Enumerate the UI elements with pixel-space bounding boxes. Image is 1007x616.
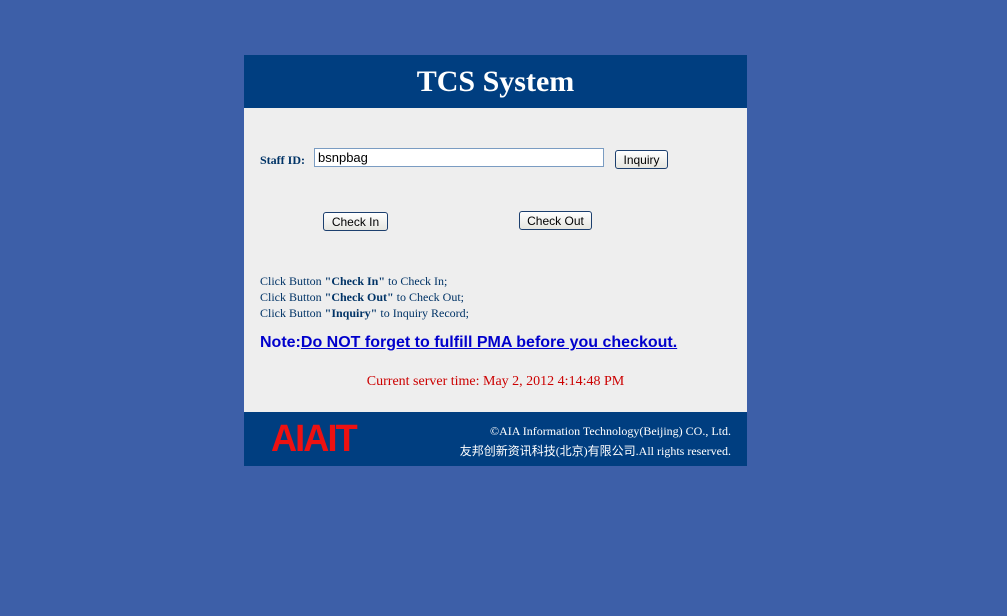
instructions: Click Button "Check In" to Check In; Cli… bbox=[260, 273, 469, 321]
instruction-line: Click Button "Inquiry" to Inquiry Record… bbox=[260, 306, 470, 320]
aiait-logo: AIAIT bbox=[271, 418, 358, 460]
instruction-line: Click Button "Check Out" to Check Out; bbox=[260, 290, 464, 304]
inquiry-button[interactable]: Inquiry bbox=[615, 150, 668, 169]
note-label: Note: bbox=[260, 334, 301, 351]
pma-note-link[interactable]: Do NOT forget to fulfill PMA before you … bbox=[301, 334, 677, 351]
footer-bar: AIAIT ©AIA Information Technology(Beijin… bbox=[244, 412, 747, 466]
header-bar: TCS System bbox=[244, 55, 747, 108]
pma-note: Note:Do NOT forget to fulfill PMA before… bbox=[260, 334, 677, 352]
check-out-button[interactable]: Check Out bbox=[519, 211, 592, 230]
login-panel: TCS System Staff ID: Inquiry Check In Ch… bbox=[244, 55, 747, 466]
staff-id-input[interactable] bbox=[314, 148, 604, 167]
staff-id-label: Staff ID: bbox=[260, 153, 305, 167]
page-title: TCS System bbox=[416, 65, 575, 98]
check-in-button[interactable]: Check In bbox=[323, 212, 388, 231]
server-time: Current server time: May 2, 2012 4:14:48… bbox=[366, 374, 625, 389]
copyright: ©AIA Information Technology(Beijing) CO.… bbox=[460, 421, 731, 461]
instruction-line: Click Button "Check In" to Check In; bbox=[260, 274, 448, 288]
copyright-line-en: ©AIA Information Technology(Beijing) CO.… bbox=[489, 424, 731, 438]
copyright-line-cn: 友邦创新资讯科技(北京)有限公司.All rights reserved. bbox=[459, 444, 731, 458]
